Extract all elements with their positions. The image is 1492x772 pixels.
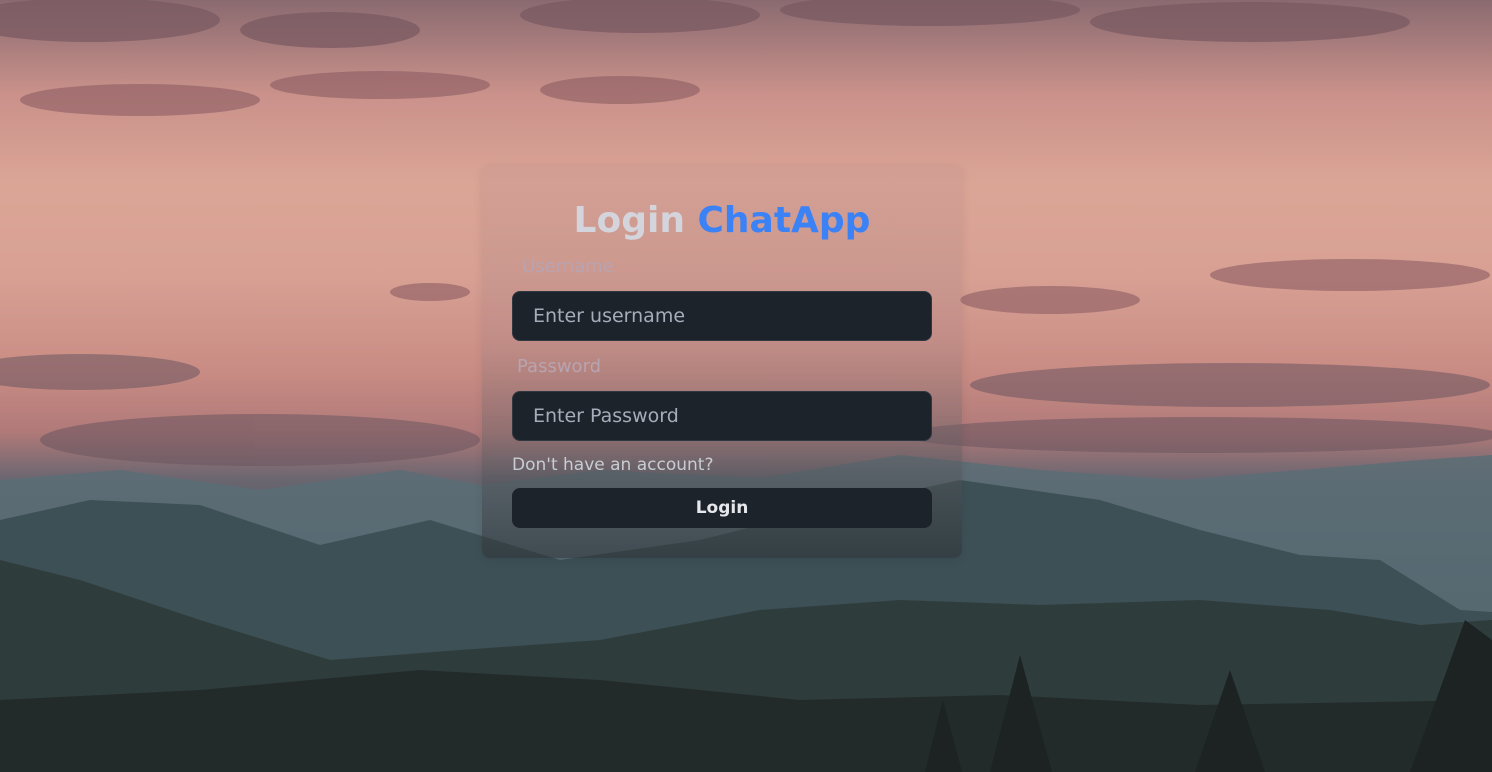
password-input[interactable] — [512, 391, 932, 441]
title-prefix: Login — [573, 200, 685, 241]
username-label: Username — [522, 256, 614, 277]
username-input[interactable] — [512, 291, 932, 341]
brand-name: ChatApp — [697, 200, 871, 241]
page-title: Login ChatApp — [482, 198, 962, 244]
signup-link[interactable]: Don't have an account? — [512, 454, 713, 476]
login-card: Login ChatApp Username Password Don't ha… — [482, 166, 962, 558]
password-label: Password — [517, 356, 602, 377]
login-button[interactable]: Login — [512, 488, 932, 528]
